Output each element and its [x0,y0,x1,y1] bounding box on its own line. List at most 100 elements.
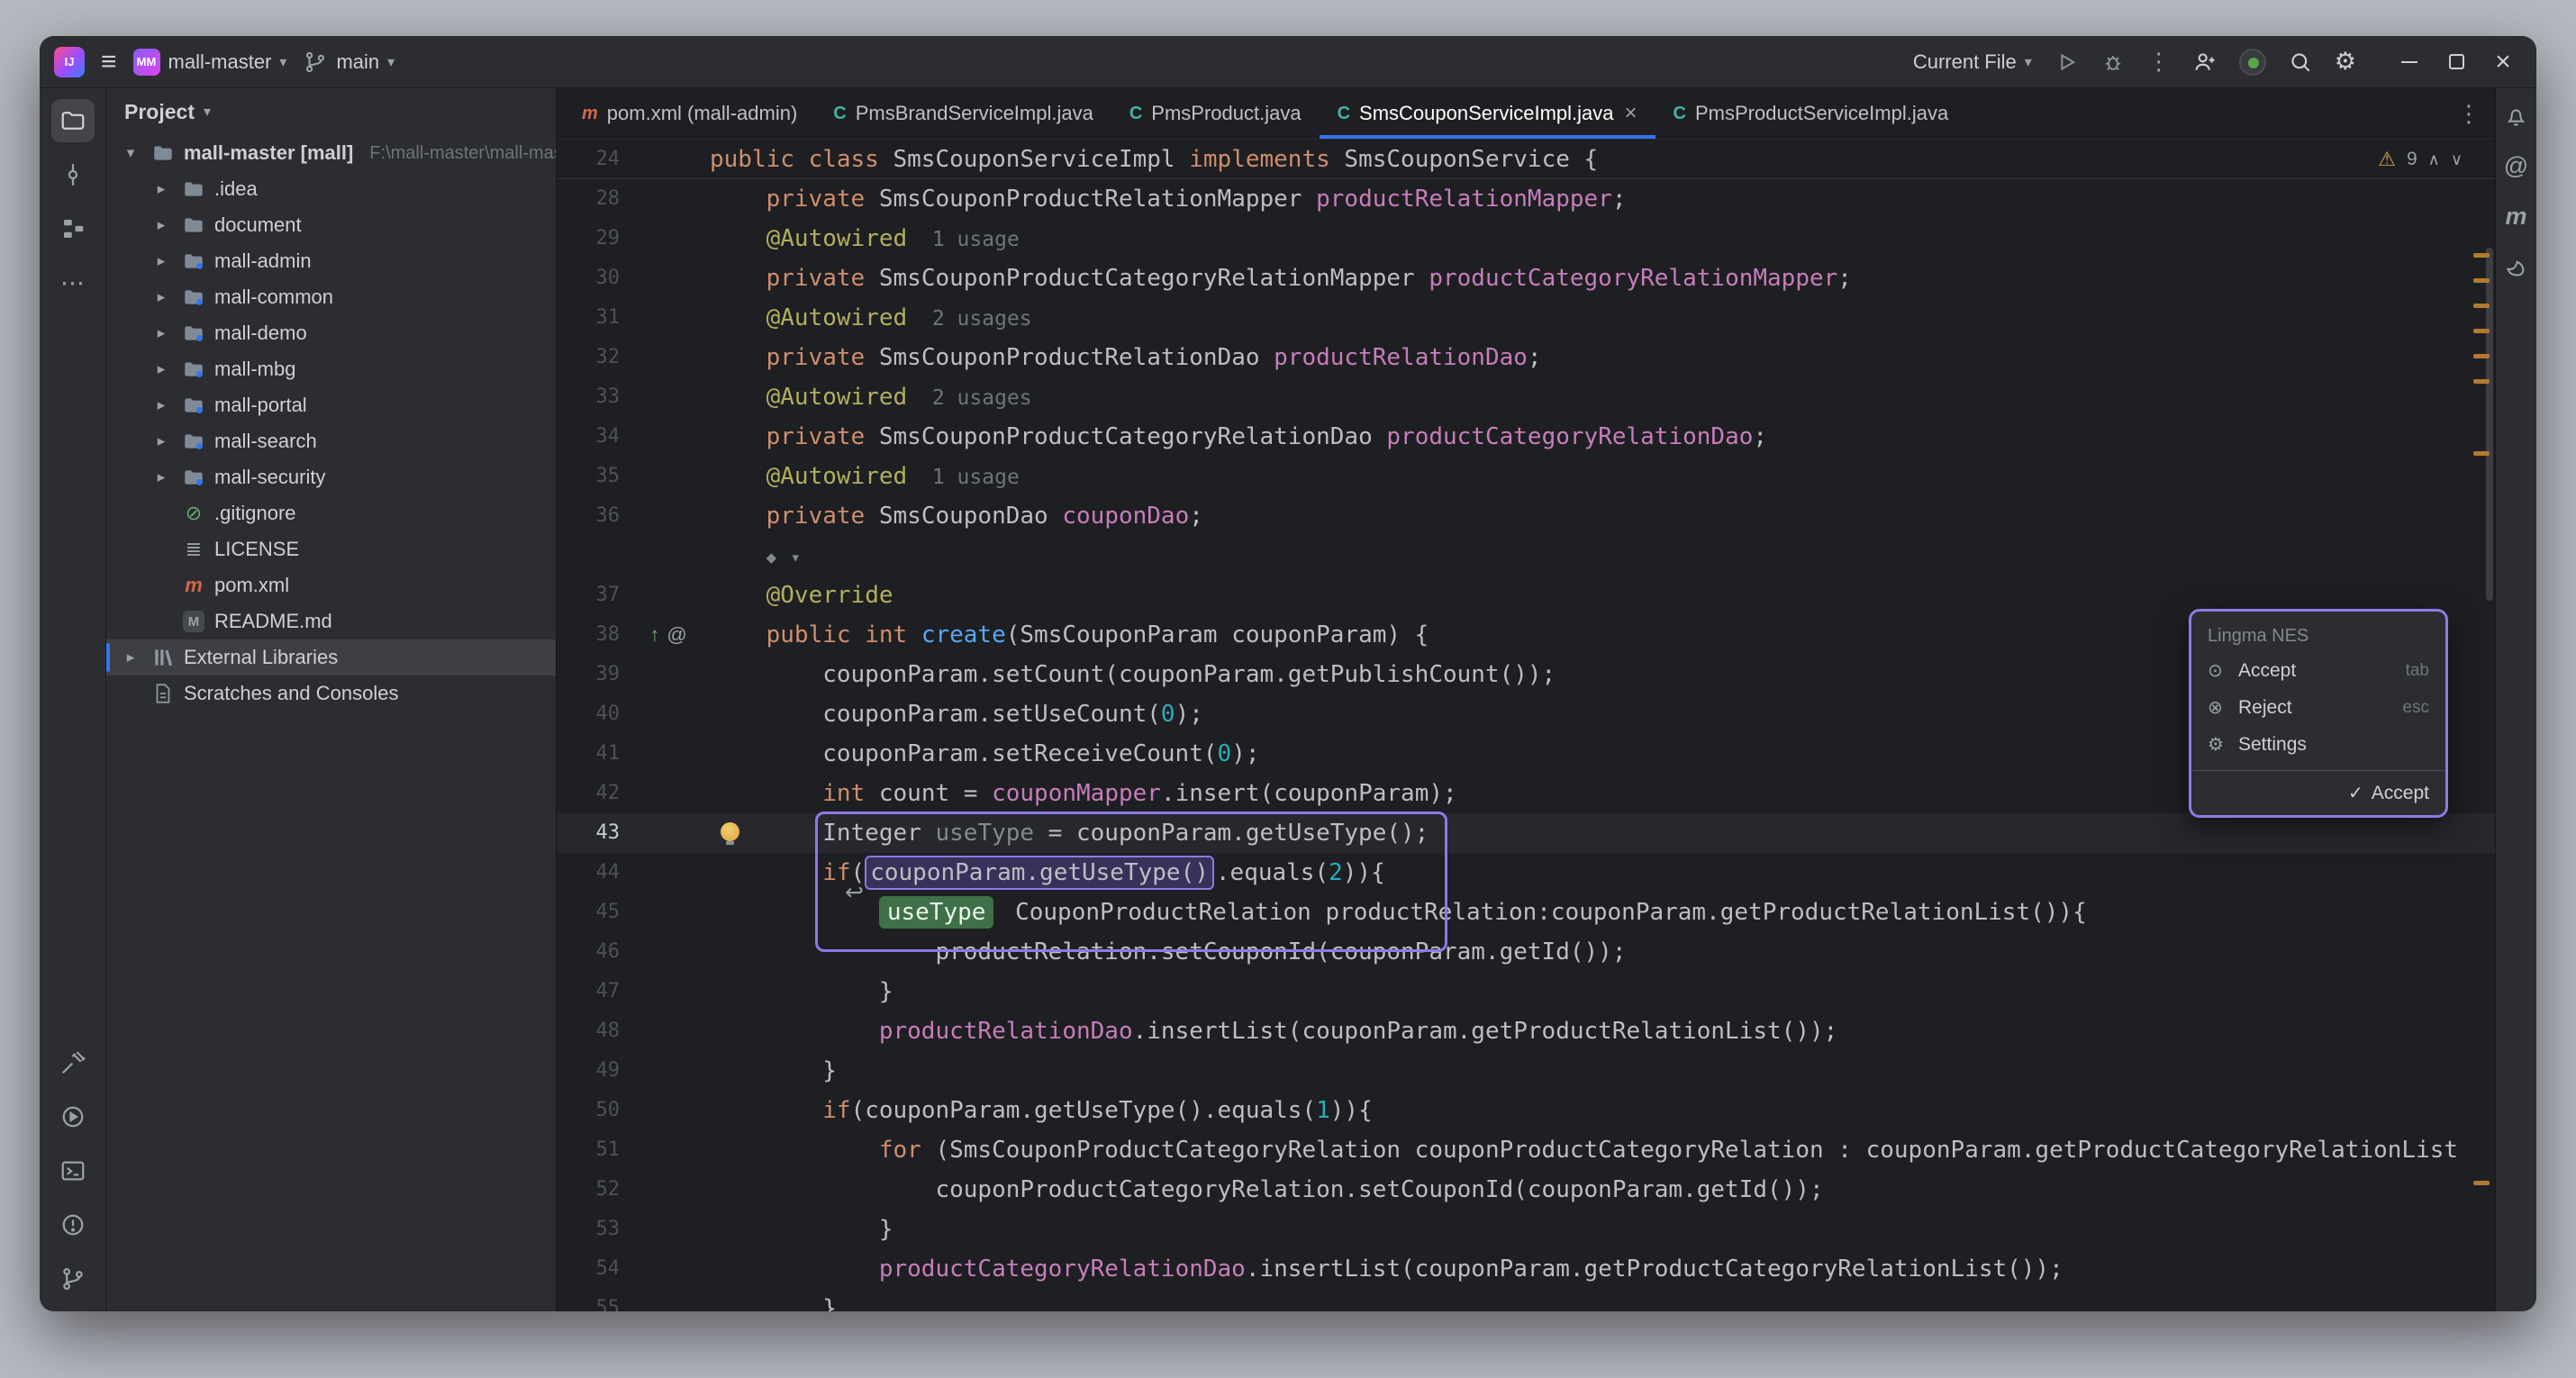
code-line[interactable]: 33 @Autowired 2 usages [557,377,2495,417]
code-line[interactable]: 30 private SmsCouponProductCategoryRelat… [557,258,2495,298]
code-line[interactable]: 43 Integer useType = couponParam.getUseT… [557,813,2495,853]
line-number[interactable]: 52 [557,1170,627,1210]
code-line[interactable]: 55 } [557,1289,2495,1311]
code-line[interactable]: 31 @Autowired 2 usages [557,298,2495,338]
code-line[interactable]: 32 private SmsCouponProductRelationDao p… [557,338,2495,377]
line-number[interactable]: 53 [557,1210,627,1249]
editor-tab-pom-xml-mall-admin[interactable]: mpom.xml (mall-admin) [564,88,815,139]
tree-item-license[interactable]: ≣LICENSE [106,531,556,567]
problems-icon[interactable] [51,1203,95,1247]
chevron-right-icon[interactable]: ▸ [150,216,173,234]
nes-item-settings[interactable]: ⚙Settings [2191,726,2445,763]
terminal-icon[interactable] [51,1149,95,1192]
tree-item-mall-search[interactable]: ▸mall-search [106,423,556,459]
tree-item-readme-md[interactable]: MREADME.md [106,603,556,639]
code-line[interactable]: 51 for (SmsCouponProductCategoryRelation… [557,1130,2495,1170]
code-with-me-icon[interactable] [2192,50,2218,75]
tree-item-gitignore[interactable]: ⊘.gitignore [106,495,556,531]
ai-assistant-icon[interactable]: @ [2499,148,2535,184]
project-icon[interactable] [51,99,95,142]
code-line[interactable]: 46 productRelation.setCouponId(couponPar… [557,932,2495,972]
tree-item-mall-security[interactable]: ▸mall-security [106,459,556,495]
nes-item-reject[interactable]: ⊗Rejectesc [2191,689,2445,726]
lingma-icon[interactable] [2499,249,2535,285]
line-number[interactable]: 47 [557,972,627,1011]
code-line[interactable]: 50 if(couponParam.getUseType().equals(1)… [557,1091,2495,1130]
code-line[interactable]: 54 productCategoryRelationDao.insertList… [557,1249,2495,1289]
code-line[interactable]: 29 @Autowired 1 usage [557,219,2495,258]
line-number[interactable]: 42 [557,774,627,813]
code-line[interactable]: 36 private SmsCouponDao couponDao; [557,496,2495,536]
line-number[interactable]: 35 [557,457,627,496]
tree-item-idea[interactable]: ▸.idea [106,171,556,207]
tree-item-mall-master-mall[interactable]: ▾mall-master [mall]F:\mall-master\mall-m… [106,135,556,171]
code-line[interactable]: 28 private SmsCouponProductRelationMappe… [557,179,2495,219]
close-tab-icon[interactable]: × [1625,101,1637,126]
tree-item-mall-admin[interactable]: ▸mall-admin [106,243,556,279]
line-number[interactable]: 51 [557,1130,627,1170]
line-number[interactable]: 31 [557,298,627,338]
line-number[interactable]: 34 [557,417,627,457]
run-configuration-selector[interactable]: Current File ▾ [1913,50,2032,74]
services-icon[interactable] [51,1095,95,1138]
line-number[interactable]: 33 [557,377,627,417]
next-warning-icon[interactable]: ∨ [2451,150,2463,169]
project-panel-header[interactable]: Project ▾ [106,88,556,135]
line-number[interactable]: 54 [557,1249,627,1289]
code-line[interactable]: 34 private SmsCouponProductCategoryRelat… [557,417,2495,457]
line-number[interactable]: 40 [557,694,627,734]
debug-button[interactable] [2100,50,2126,75]
tree-item-external-libraries[interactable]: ▸External Libraries [106,639,556,675]
editor-tab-pmsproduct-java[interactable]: CPmsProduct.java [1111,88,1320,139]
tree-item-mall-demo[interactable]: ▸mall-demo [106,315,556,351]
notifications-icon[interactable] [2499,97,2535,133]
code-line[interactable]: 47 } [557,972,2495,1011]
line-number[interactable]: 37 [557,576,627,615]
chevron-right-icon[interactable]: ▸ [150,360,173,378]
editor-scrollbar-thumb[interactable] [2486,248,2493,601]
tab-overflow-icon[interactable]: ⋮ [2457,100,2495,128]
nes-item-accept[interactable]: ⊙Accepttab [2191,652,2445,689]
chevron-right-icon[interactable]: ▸ [150,324,173,342]
editor-tab-smscouponserviceimpl-java[interactable]: CSmsCouponServiceImpl.java× [1320,88,1655,139]
run-button[interactable] [2054,50,2079,75]
line-number[interactable]: 48 [557,1011,627,1051]
line-number[interactable] [557,536,627,576]
more-icon[interactable]: ⋯ [51,261,95,304]
code-line[interactable]: 49 } [557,1051,2495,1091]
commit-icon[interactable] [51,153,95,196]
code-line[interactable]: 35 @Autowired 1 usage [557,457,2495,496]
code-line[interactable]: 45 useType CouponProductRelation product… [557,893,2495,932]
chevron-right-icon[interactable]: ▸ [150,468,173,486]
vcs-branch-selector[interactable]: main ▾ [303,50,395,75]
code-line[interactable]: 48 productRelationDao.insertList(couponP… [557,1011,2495,1051]
line-number[interactable]: 43 [557,813,627,853]
intention-bulb-icon[interactable] [721,822,739,841]
search-icon[interactable] [2288,50,2313,75]
line-number[interactable]: 46 [557,932,627,972]
line-number[interactable]: 38 [557,615,627,655]
build-icon[interactable] [51,1041,95,1084]
code-line[interactable]: 52 couponProductCategoryRelation.setCoup… [557,1170,2495,1210]
chevron-right-icon[interactable]: ▸ [150,252,173,270]
minimize-button[interactable] [2389,43,2430,81]
chevron-right-icon[interactable]: ▸ [150,432,173,450]
code-line[interactable]: 24public class SmsCouponServiceImpl impl… [557,140,2495,179]
code-editor[interactable]: 24public class SmsCouponServiceImpl impl… [557,140,2495,1311]
line-number[interactable]: 32 [557,338,627,377]
line-number[interactable]: 45 [557,893,627,932]
maximize-button[interactable] [2435,43,2477,81]
structure-icon[interactable] [51,207,95,250]
override-marker-icon[interactable]: ↑ [649,623,659,647]
main-menu-icon[interactable]: ≡ [101,49,117,76]
line-number[interactable]: 39 [557,655,627,694]
chevron-right-icon[interactable]: ▸ [119,648,142,666]
chevron-right-icon[interactable]: ▸ [150,288,173,306]
line-number[interactable]: 36 [557,496,627,536]
line-number[interactable]: 41 [557,734,627,774]
project-selector[interactable]: MM mall-master ▾ [133,49,287,76]
line-number[interactable]: 24 [557,140,627,179]
editor-tab-pmsbrandserviceimpl-java[interactable]: CPmsBrandServiceImpl.java [815,88,1111,139]
tree-item-mall-common[interactable]: ▸mall-common [106,279,556,315]
version-control-icon[interactable] [51,1257,95,1301]
